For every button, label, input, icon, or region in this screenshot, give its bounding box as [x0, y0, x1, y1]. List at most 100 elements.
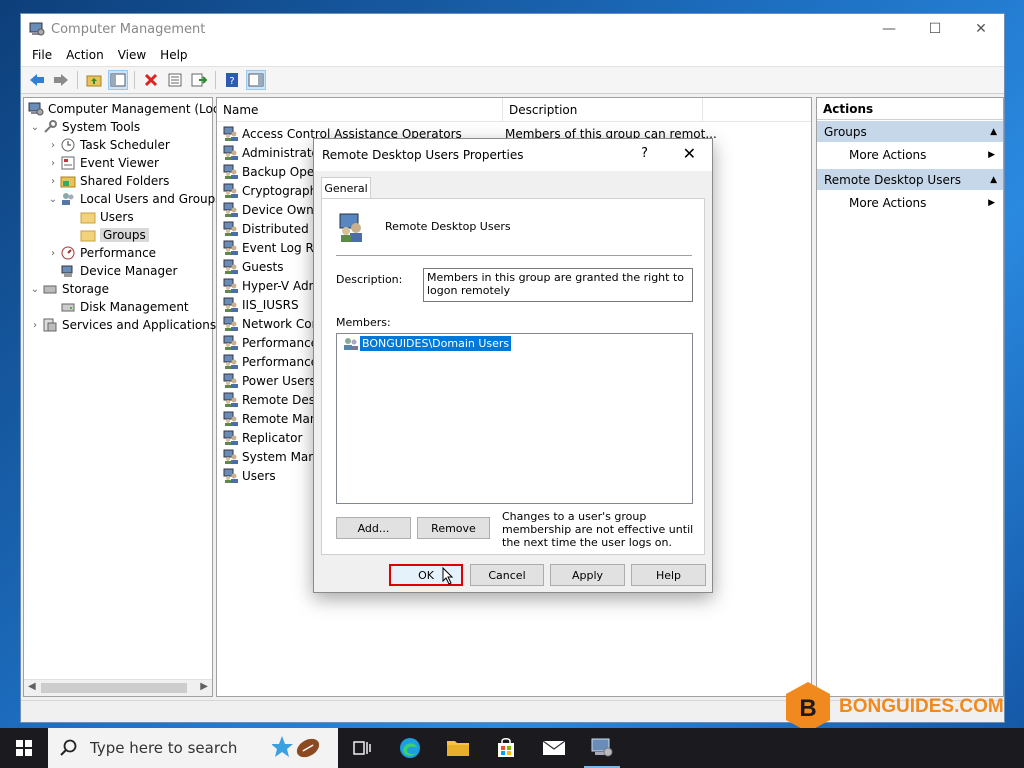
- tree-item-system-tools[interactable]: ⌄ System Tools: [28, 118, 140, 136]
- expander-icon[interactable]: ›: [46, 248, 60, 259]
- tree-item-groups[interactable]: Groups: [66, 226, 149, 244]
- computer-management-taskbar-button[interactable]: [578, 728, 626, 768]
- action-pane-icon: [248, 73, 264, 87]
- group-icon: [223, 240, 238, 255]
- toolbar-separator: [77, 71, 78, 89]
- expander-icon[interactable]: ⌄: [28, 122, 42, 133]
- expander-icon[interactable]: ⌄: [28, 284, 42, 295]
- tree-item-users[interactable]: Users: [66, 208, 134, 226]
- dialog-title-bar[interactable]: Remote Desktop Users Properties ? ✕: [314, 139, 712, 171]
- delete-x-icon: [144, 73, 158, 87]
- remove-button[interactable]: Remove: [417, 517, 490, 539]
- collapse-up-icon[interactable]: ▲: [990, 175, 997, 185]
- maximize-button[interactable]: ☐: [912, 14, 958, 44]
- tree-root[interactable]: Computer Management (Local: [28, 100, 230, 118]
- description-field[interactable]: Members in this group are granted the ri…: [423, 268, 693, 302]
- actions-group-remote-desktop-users[interactable]: Remote Desktop Users ▲: [817, 168, 1003, 190]
- tree-item-event-viewer[interactable]: › Event Viewer: [46, 154, 159, 172]
- scroll-left-icon[interactable]: ◀: [28, 681, 36, 692]
- remote-desktop-users-properties-dialog: Remote Desktop Users Properties ? ✕ Gene…: [313, 138, 713, 593]
- menu-file[interactable]: File: [25, 48, 59, 62]
- description-label: Description:: [336, 273, 403, 286]
- title-bar[interactable]: Computer Management — ☐ ✕: [21, 14, 1004, 44]
- menu-action[interactable]: Action: [59, 48, 111, 62]
- tree-item-storage[interactable]: ⌄ Storage: [28, 280, 109, 298]
- mail-icon: [542, 740, 566, 755]
- help-dialog-button[interactable]: Help: [631, 564, 706, 586]
- event-viewer-icon: [61, 156, 75, 170]
- taskbar-search[interactable]: Type here to search: [48, 728, 338, 768]
- file-explorer-button[interactable]: [434, 728, 482, 768]
- expander-icon[interactable]: ›: [28, 320, 42, 331]
- column-header-description[interactable]: Description: [503, 98, 703, 121]
- scroll-right-icon[interactable]: ▶: [200, 681, 208, 692]
- tree-item-disk-management[interactable]: Disk Management: [46, 298, 189, 316]
- list-item[interactable]: Hyper-V Admi: [223, 276, 324, 295]
- actions-pane: Actions Groups ▲ More Actions ▶ Remote D…: [816, 97, 1004, 697]
- tree-item-local-users-and-groups[interactable]: ⌄ Local Users and Groups: [46, 190, 222, 208]
- members-list[interactable]: BONGUIDES\Domain Users: [336, 333, 693, 504]
- list-item[interactable]: IIS_IUSRS: [223, 295, 299, 314]
- column-header-name[interactable]: Name: [217, 98, 503, 121]
- show-hide-action-pane-button[interactable]: [246, 70, 266, 90]
- tree-item-performance[interactable]: › Performance: [46, 244, 156, 262]
- list-item[interactable]: Network Confi: [223, 314, 327, 333]
- list-item[interactable]: Users: [223, 466, 276, 485]
- computer-management-icon: [28, 102, 44, 116]
- list-item[interactable]: Power Users: [223, 371, 316, 390]
- tab-general[interactable]: General: [321, 177, 371, 199]
- expander-icon[interactable]: ›: [46, 176, 60, 187]
- actions-group-groups[interactable]: Groups ▲: [817, 120, 1003, 142]
- add-button[interactable]: Add...: [336, 517, 411, 539]
- cancel-button[interactable]: Cancel: [470, 564, 544, 586]
- context-help-button[interactable]: ?: [641, 146, 648, 161]
- folder-icon: [80, 212, 96, 224]
- menu-help[interactable]: Help: [153, 48, 194, 62]
- device-manager-icon: [61, 265, 73, 277]
- tree-item-device-manager[interactable]: Device Manager: [46, 262, 177, 280]
- show-hide-console-tree-button[interactable]: [108, 70, 128, 90]
- start-button[interactable]: [0, 728, 48, 768]
- export-list-button[interactable]: [189, 70, 209, 90]
- delete-button[interactable]: [141, 70, 161, 90]
- properties-button[interactable]: [165, 70, 185, 90]
- dialog-close-button[interactable]: ✕: [683, 144, 696, 163]
- tree-horizontal-scrollbar[interactable]: ◀ ▶: [24, 679, 212, 696]
- tree-item-shared-folders[interactable]: › Shared Folders: [46, 172, 169, 190]
- list-item[interactable]: Guests: [223, 257, 284, 276]
- list-item[interactable]: Replicator: [223, 428, 302, 447]
- microsoft-store-button[interactable]: [482, 728, 530, 768]
- menu-bar: File Action View Help: [21, 44, 1004, 66]
- expander-icon[interactable]: ⌄: [46, 194, 60, 205]
- more-actions-groups[interactable]: More Actions ▶: [817, 142, 1003, 168]
- close-button[interactable]: ✕: [958, 14, 1004, 44]
- edge-button[interactable]: [386, 728, 434, 768]
- more-actions-remote-desktop-users[interactable]: More Actions ▶: [817, 190, 1003, 216]
- expander-icon[interactable]: ›: [46, 140, 60, 151]
- collapse-up-icon[interactable]: ▲: [990, 127, 997, 137]
- menu-view[interactable]: View: [111, 48, 153, 62]
- group-icon: [223, 202, 238, 217]
- help-button[interactable]: ?: [222, 70, 242, 90]
- group-icon: [223, 411, 238, 426]
- membership-note: Changes to a user's group membership are…: [502, 510, 694, 549]
- minimize-button[interactable]: —: [866, 14, 912, 44]
- clock-icon: [61, 138, 75, 152]
- general-tab-panel: Remote Desktop Users Description: Member…: [321, 198, 705, 555]
- forward-button[interactable]: [51, 70, 71, 90]
- expander-icon[interactable]: ›: [46, 158, 60, 169]
- tree-item-task-scheduler[interactable]: › Task Scheduler: [46, 136, 170, 154]
- list-item[interactable]: Cryptographic: [223, 181, 327, 200]
- mail-button[interactable]: [530, 728, 578, 768]
- up-folder-button[interactable]: [84, 70, 104, 90]
- task-view-button[interactable]: [338, 728, 386, 768]
- apply-button[interactable]: Apply: [550, 564, 625, 586]
- back-button[interactable]: [27, 70, 47, 90]
- bonguides-logo-icon: B: [786, 682, 830, 732]
- scroll-thumb[interactable]: [41, 683, 187, 693]
- member-item[interactable]: BONGUIDES\Domain Users: [343, 336, 512, 351]
- tree-item-services-and-applications[interactable]: › Services and Applications: [28, 316, 216, 334]
- list-header: Name Description: [217, 98, 811, 122]
- console-tree[interactable]: Computer Management (Local ⌄ System Tool…: [23, 97, 230, 697]
- list-item[interactable]: Remote Mana: [223, 409, 325, 428]
